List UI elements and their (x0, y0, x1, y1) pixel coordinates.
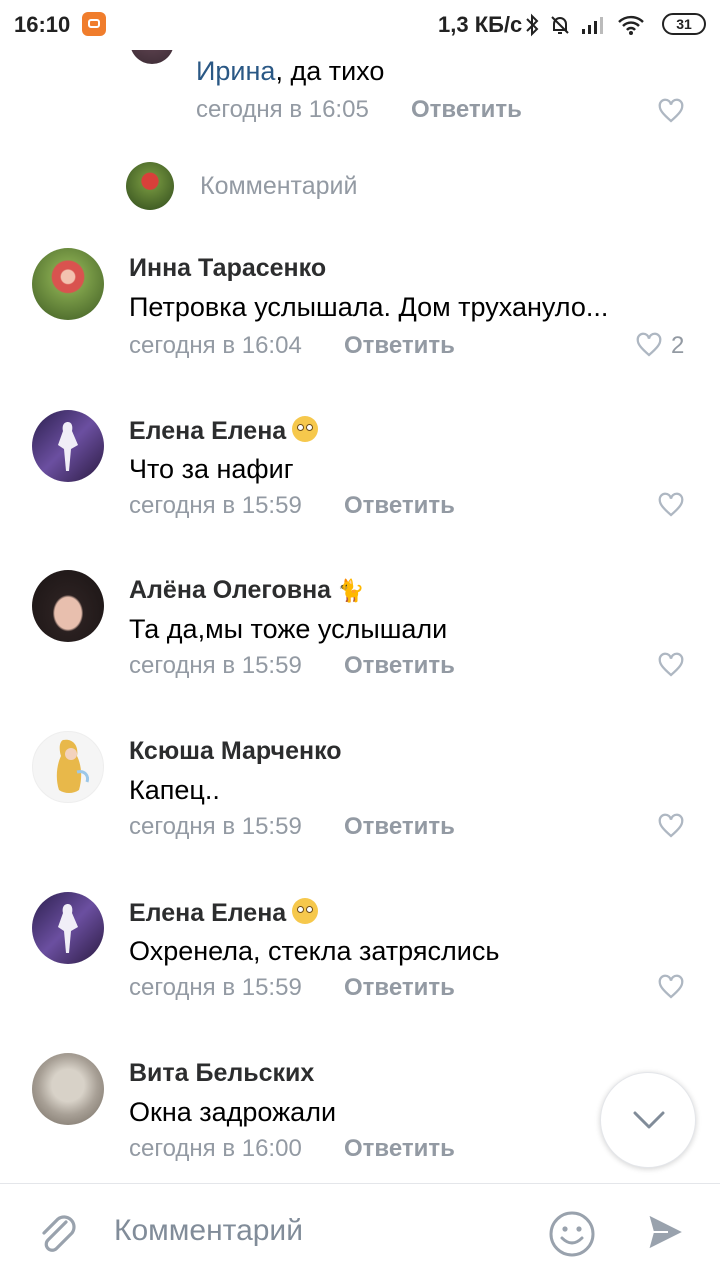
status-time: 16:10 (14, 12, 71, 37)
app-notification-icon (82, 12, 106, 36)
comment-time: сегодня в 15:59 (129, 813, 302, 840)
avatar[interactable] (32, 570, 104, 642)
comment-text: Ирина, да тихо (196, 56, 385, 86)
reply-button[interactable]: Ответить (344, 1135, 455, 1163)
reply-button[interactable]: Ответить (344, 492, 455, 520)
comment-author[interactable]: Инна Тарасенко (129, 254, 326, 283)
like-heart-icon[interactable] (656, 96, 686, 126)
wifi-icon (618, 15, 644, 35)
comment-author[interactable]: Ксюша Марченко (129, 737, 342, 766)
avatar[interactable] (32, 1053, 104, 1125)
avatar[interactable] (32, 410, 104, 482)
current-user-avatar (126, 162, 174, 210)
scroll-down-button[interactable] (600, 1072, 696, 1168)
comment-author[interactable]: Вита Бельских (129, 1059, 314, 1088)
network-speed: 1,3 КБ/с (438, 12, 523, 37)
emoji-smile-icon[interactable] (548, 1210, 596, 1258)
like-heart-icon[interactable] (656, 490, 686, 520)
status-bar: 16:10 1,3 КБ/с 31 (0, 0, 720, 50)
avatar[interactable] (32, 248, 104, 320)
rolling-eyes-emoji-icon (292, 416, 319, 442)
avatar[interactable] (32, 731, 104, 803)
comment-time: сегодня в 15:59 (129, 652, 302, 679)
rolling-eyes-emoji-icon (292, 898, 319, 924)
reply-button[interactable]: Ответить (344, 332, 455, 360)
comment-text: Капец.. (129, 775, 220, 805)
reply-button[interactable]: Ответить (411, 96, 522, 124)
reply-button[interactable]: Ответить (344, 974, 455, 1002)
like-heart-icon[interactable] (634, 330, 664, 360)
reply-button[interactable]: Ответить (344, 652, 455, 680)
comment-time: сегодня в 15:59 (129, 492, 302, 519)
thread-reply-placeholder: Комментарий (200, 172, 358, 200)
like-heart-icon[interactable] (656, 811, 686, 841)
comment-time: сегодня в 16:04 (129, 332, 302, 359)
attach-icon[interactable] (36, 1210, 80, 1258)
comment-author[interactable]: Елена Елена (129, 898, 319, 928)
comment-text: Охренела, стекла затряслись (129, 936, 500, 966)
comment-text: Та да,мы тоже услышали (129, 614, 448, 644)
comment-time: сегодня в 16:05 (196, 96, 369, 123)
comment-time: сегодня в 15:59 (129, 974, 302, 1001)
comment-compose-bar: Комментарий (0, 1183, 720, 1281)
comment-time: сегодня в 16:00 (129, 1135, 302, 1162)
comment-text: Что за нафиг (129, 454, 294, 484)
comment-text: Окна задрожали (129, 1097, 337, 1127)
send-icon[interactable] (644, 1210, 688, 1254)
avatar[interactable] (32, 892, 104, 964)
muted-bell-icon (551, 16, 569, 34)
like-count: 2 (671, 332, 685, 359)
status-icons (524, 10, 646, 40)
comment-text: Петровка услышала. Дом трухануло... (129, 292, 609, 322)
comment-input[interactable]: Комментарий (114, 1214, 303, 1248)
mention-link[interactable]: Ирина (196, 56, 275, 86)
cat-emoji-icon: 🐈 (337, 578, 365, 603)
battery-indicator: 31 (662, 13, 706, 35)
comment-author[interactable]: Елена Елена (129, 416, 319, 446)
chevron-down-icon (633, 1111, 665, 1129)
reply-button[interactable]: Ответить (344, 813, 455, 841)
signal-icon (582, 17, 603, 34)
like-heart-icon[interactable] (656, 972, 686, 1002)
bluetooth-icon (526, 13, 539, 37)
comment-author[interactable]: Алёна Олеговна 🐈 (129, 576, 365, 605)
like-heart-icon[interactable] (656, 650, 686, 680)
